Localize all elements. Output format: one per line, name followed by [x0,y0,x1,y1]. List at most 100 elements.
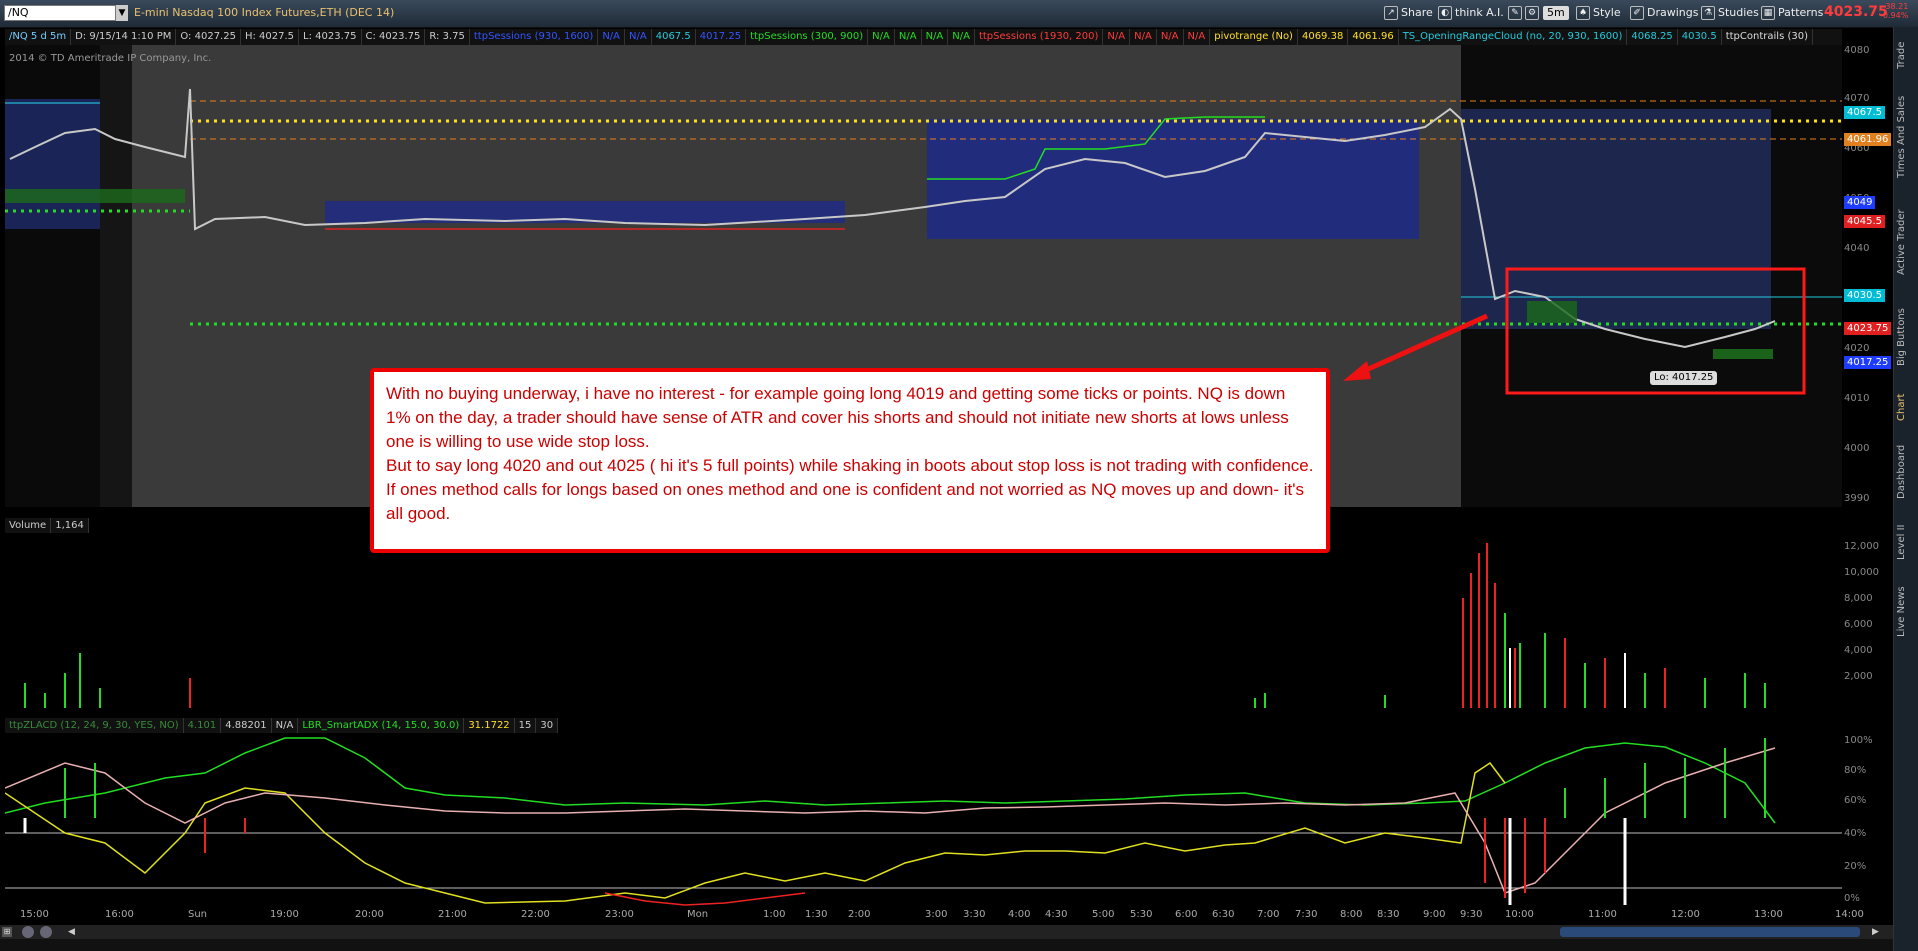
top-toolbar: /NQ ▼ E-mini Nasdaq 100 Index Futures,ET… [0,0,1918,28]
think-icon: ◐ [1438,6,1452,20]
open-label: O: 4027.25 [176,29,241,45]
tab-trade[interactable]: Trade [1896,33,1916,77]
x-tick: 23:00 [605,909,634,920]
indicator-tick: 20% [1844,861,1867,872]
range-label: R: 3.75 [425,29,470,45]
time-axis[interactable]: 15:00 16:00 Sun 19:00 20:00 21:00 22:00 … [5,907,1864,925]
studies-button[interactable]: ⚗ Studies [1697,4,1763,22]
price-change: -38.21 -0.94% [1880,2,1908,20]
status-strip [0,939,1893,951]
price-badge: 4049 [1844,196,1876,209]
think-label: think A.I. [1455,6,1504,19]
study-label[interactable]: ttpSessions (1930, 200) [975,29,1104,45]
volume-tick: 10,000 [1844,567,1879,578]
zoom-out-icon[interactable] [22,926,34,938]
scroll-thumb[interactable] [1560,927,1860,937]
indicator-param: 30 [536,718,559,733]
indicator-tick: 60% [1844,795,1867,806]
scroll-left-icon[interactable]: ◀ [68,927,78,937]
share-button[interactable]: ↗ Share [1380,4,1437,22]
zoom-in-icon[interactable] [40,926,52,938]
x-tick: Mon [687,909,709,920]
scroll-right-icon[interactable]: ▶ [1872,927,1882,937]
x-tick: 13:00 [1754,909,1783,920]
adx-label[interactable]: LBR_SmartADX (14, 15.0, 30.0) [298,718,465,733]
x-tick: 6:30 [1212,909,1235,920]
volume-tick: 4,000 [1844,645,1873,656]
low-price-label: Lo: 4017.25 [1650,371,1718,385]
period-label[interactable]: /NQ 5 d 5m [5,29,72,45]
tab-live-news[interactable]: Live News [1896,577,1916,647]
indicator-header: ttpZLACD (12, 24, 9, 30, YES, NO) 4.101 4.… [5,718,559,733]
y-tick: 4020 [1844,343,1870,354]
close-label: C: 4023.75 [362,29,426,45]
volume-panel[interactable]: 12,000 10,000 8,000 6,000 4,000 2,000 [5,533,1879,708]
style-icon: ♠ [1576,6,1590,20]
chart-scrollbar[interactable]: ⊞ ◀ ▶ [0,925,1893,939]
symbol-dropdown-button[interactable]: ▼ [116,5,128,21]
tab-level-ii[interactable]: Level II [1896,517,1916,567]
study-value: N/A [625,29,652,45]
study-value: 4069.38 [1298,29,1349,45]
x-tick: 7:30 [1295,909,1318,920]
study-value: N/A [948,29,975,45]
study-value: 4017.25 [696,29,747,45]
study-value: N/A [1157,29,1184,45]
tab-chart[interactable]: Chart [1896,387,1916,427]
share-label: Share [1401,6,1433,19]
study-value: N/A [868,29,895,45]
annotation-note[interactable]: With no buying underway, i have no inter… [370,368,1330,553]
aggregation-selector[interactable]: 5m [1543,6,1569,20]
tab-big-buttons[interactable]: Big Buttons [1896,297,1916,377]
price-badge: 4045.5 [1844,215,1885,228]
study-label[interactable]: ttpContrails (30) [1722,29,1813,45]
indicator-label[interactable]: ttpZLACD (12, 24, 9, 30, YES, NO) [5,718,184,733]
x-tick: 10:00 [1505,909,1534,920]
think-ai-button[interactable]: ◐ think A.I. [1434,4,1508,22]
settings-icon: ⚙ [1525,6,1539,20]
style-button[interactable]: ♠ Style [1572,4,1625,22]
x-tick: 1:00 [763,909,786,920]
annotation-paragraph: But to say long 4020 and out 4025 ( hi i… [386,456,1314,523]
tab-times-and-sales[interactable]: Times And Sales [1896,87,1916,187]
y-tick: 4040 [1844,243,1870,254]
patterns-button[interactable]: ▦ Patterns [1757,4,1827,22]
copyright-text: 2014 © TD Ameritrade IP Company, Inc. [9,53,212,64]
volume-tick: 8,000 [1844,593,1873,604]
x-tick: 8:30 [1377,909,1400,920]
symbol-input[interactable]: /NQ [4,5,116,21]
x-tick: 4:00 [1008,909,1031,920]
price-badge: 4067.5 [1844,106,1885,119]
indicator-panel[interactable]: 100% 80% 60% 40% 20% 0% [4,733,1873,907]
x-tick: 7:00 [1257,909,1280,920]
x-tick: 6:00 [1175,909,1198,920]
tools-button[interactable]: ✎ ⚙ [1504,4,1546,22]
x-tick: 21:00 [438,909,467,920]
study-label[interactable]: ttpSessions (930, 1600) [470,29,599,45]
volume-axis: 12,000 10,000 8,000 6,000 4,000 2,000 [1842,533,1892,708]
study-value: N/A [1184,29,1211,45]
price-badge: 4061.96 [1844,133,1892,146]
drawings-button[interactable]: ✐ Drawings [1626,4,1702,22]
expand-icon[interactable]: ⊞ [2,927,12,937]
tab-dashboard[interactable]: Dashboard [1896,437,1916,507]
tab-active-trader[interactable]: Active Trader [1896,197,1916,287]
price-axis[interactable]: 4080 4070 4060 4050 4040 4030 4020 4010 … [1842,45,1892,507]
last-price: 4023.75 [1824,4,1888,20]
x-tick: 9:30 [1460,909,1483,920]
patterns-label: Patterns [1778,6,1824,19]
y-tick: 4080 [1844,45,1870,56]
annotation-paragraph: With no buying underway, i have no inter… [386,384,1289,451]
price-badge: 4030.5 [1844,289,1885,302]
change-percent: -0.94% [1880,11,1909,20]
volume-value: 1,164 [51,518,89,533]
volume-label[interactable]: Volume [5,518,52,533]
study-value: N/A [1130,29,1157,45]
study-label[interactable]: pivotrange (No) [1210,29,1298,45]
drawings-label: Drawings [1647,6,1699,19]
x-tick: 20:00 [355,909,384,920]
study-label[interactable]: TS_OpeningRangeCloud (no, 20, 930, 1600) [1399,29,1628,45]
study-label[interactable]: ttpSessions (300, 900) [746,29,869,45]
x-tick: 22:00 [521,909,550,920]
x-tick: Sun [188,909,208,920]
